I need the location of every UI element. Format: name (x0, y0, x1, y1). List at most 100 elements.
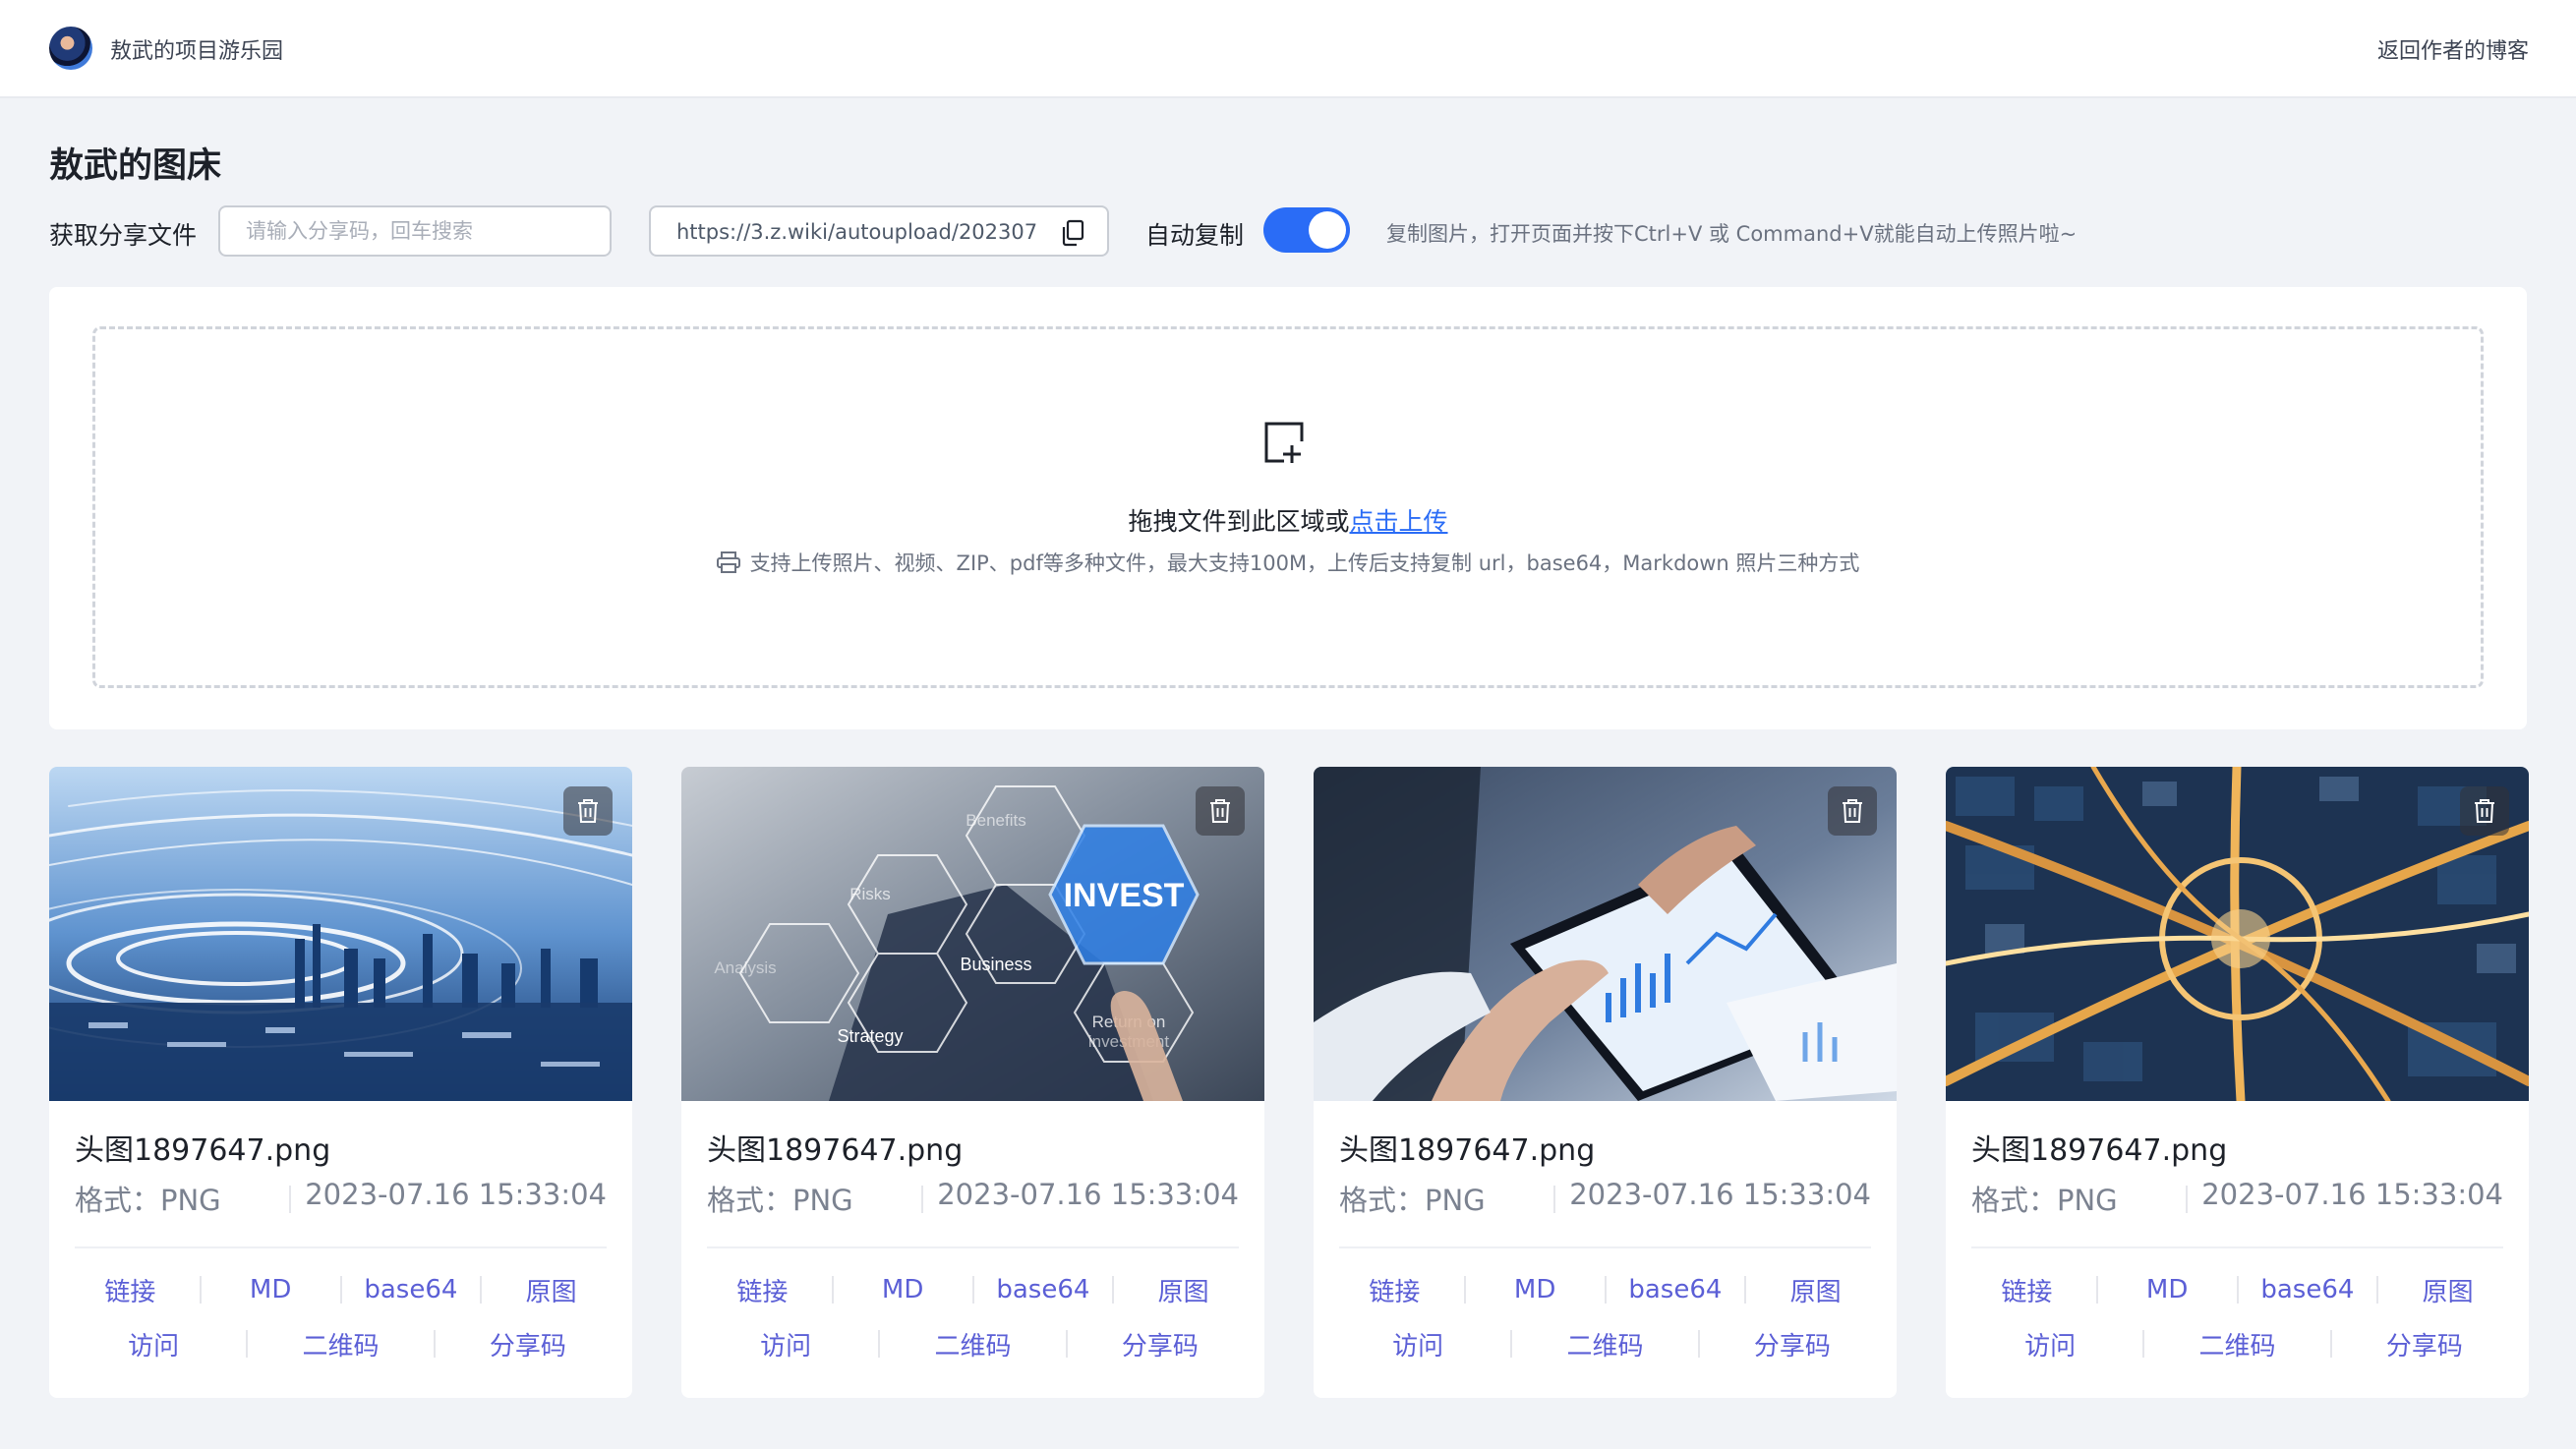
share-code-input[interactable] (218, 205, 612, 257)
toggle-knob (1309, 211, 1346, 249)
action-row-2: 访问 二维码 分享码 (1325, 1324, 1885, 1363)
visit-action[interactable]: 访问 (1325, 1326, 1510, 1362)
share-code-action[interactable]: 分享码 (1068, 1326, 1253, 1362)
brand-title[interactable]: 敖武的项目游乐园 (110, 33, 283, 65)
qr-code-action[interactable]: 二维码 (1512, 1326, 1697, 1362)
image-card: 头图1897647.png 格式：PNG 2023-07.16 15:33:04… (1314, 767, 1897, 1398)
qr-code-action[interactable]: 二维码 (248, 1326, 433, 1362)
visit-action[interactable]: 访问 (1958, 1326, 2142, 1362)
delete-button[interactable] (2460, 786, 2509, 836)
trash-icon (2475, 799, 2494, 823)
thumbnail-highway-interchange[interactable] (1946, 767, 2529, 1101)
visit-action[interactable]: 访问 (693, 1326, 878, 1362)
file-name: 头图1897647.png (707, 1133, 964, 1168)
action-row-1: 链接 MD base64 原图 (1958, 1270, 2517, 1309)
trash-icon (1843, 799, 1862, 823)
action-row-2: 访问 二维码 分享码 (61, 1324, 620, 1363)
markdown-action[interactable]: MD (2098, 1275, 2237, 1304)
support-info: 支持上传照片、视频、ZIP、pdf等多种文件，最大支持100M，上传后支持复制 … (95, 548, 2481, 577)
upload-date: 2023-07.16 15:33:04 (1569, 1178, 1871, 1211)
original-image-action[interactable]: 原图 (2378, 1272, 2517, 1308)
upload-date: 2023-07.16 15:33:04 (937, 1178, 1239, 1211)
link-action[interactable]: 链接 (693, 1272, 832, 1308)
action-row-2: 访问 二维码 分享码 (1958, 1324, 2517, 1363)
auto-copy-label: 自动复制 (1145, 221, 1245, 250)
upload-file-icon (1264, 422, 1304, 463)
action-row-1: 链接 MD base64 原图 (693, 1270, 1253, 1309)
visit-action[interactable]: 访问 (61, 1326, 246, 1362)
meta-row: 格式：PNG 2023-07.16 15:33:04 (707, 1178, 1239, 1217)
original-image-action[interactable]: 原图 (1114, 1272, 1253, 1308)
image-card: 头图1897647.png 格式：PNG 2023-07.16 15:33:04… (1946, 767, 2529, 1398)
markdown-action[interactable]: MD (1466, 1275, 1605, 1304)
thumbnail-invest-hexagons[interactable]: Benefits Risks INVEST Analysis Business … (681, 767, 1264, 1101)
hex-label: Strategy (837, 1026, 903, 1046)
action-row-1: 链接 MD base64 原图 (1325, 1270, 1885, 1309)
thumbnail-tablet-charts[interactable] (1314, 767, 1897, 1101)
link-action[interactable]: 链接 (61, 1272, 200, 1308)
divider (1971, 1246, 2503, 1248)
share-code-action[interactable]: 分享码 (2332, 1326, 2517, 1362)
drop-instruction: 拖拽文件到此区域或点击上传 (95, 502, 2481, 538)
qr-code-action[interactable]: 二维码 (2144, 1326, 2329, 1362)
file-format: 格式：PNG (707, 1184, 853, 1217)
upload-panel: 拖拽文件到此区域或点击上传 支持上传照片、视频、ZIP、pdf等多种文件，最大支… (49, 287, 2527, 729)
separator (921, 1186, 923, 1213)
separator (2186, 1186, 2188, 1213)
markdown-action[interactable]: MD (202, 1275, 340, 1304)
printer-icon (716, 551, 740, 573)
page-title: 敖武的图床 (49, 146, 222, 186)
upload-dropzone[interactable]: 拖拽文件到此区域或点击上传 支持上传照片、视频、ZIP、pdf等多种文件，最大支… (92, 326, 2484, 688)
separator (289, 1186, 291, 1213)
file-format: 格式：PNG (1971, 1184, 2118, 1217)
image-card: 头图1897647.png 格式：PNG 2023-07.16 15:33:04… (49, 767, 632, 1398)
qr-code-action[interactable]: 二维码 (880, 1326, 1065, 1362)
hex-label: Analysis (714, 958, 776, 977)
file-format: 格式：PNG (1339, 1184, 1486, 1217)
markdown-action[interactable]: MD (834, 1275, 972, 1304)
share-code-action[interactable]: 分享码 (1700, 1326, 1885, 1362)
action-row-2: 访问 二维码 分享码 (693, 1324, 1253, 1363)
meta-row: 格式：PNG 2023-07.16 15:33:04 (1971, 1178, 2503, 1217)
copy-icon[interactable] (1060, 219, 1085, 247)
thumbnail-light-speed-city[interactable] (49, 767, 632, 1101)
base64-action[interactable]: base64 (2239, 1275, 2377, 1304)
base64-action[interactable]: base64 (1607, 1275, 1745, 1304)
hex-label: Risks (849, 885, 891, 903)
base64-action[interactable]: base64 (342, 1275, 481, 1304)
auto-copy-toggle[interactable] (1263, 207, 1350, 253)
base64-action[interactable]: base64 (974, 1275, 1113, 1304)
divider (75, 1246, 607, 1248)
back-to-blog-link[interactable]: 返回作者的博客 (2377, 33, 2529, 65)
trash-icon (578, 799, 598, 823)
file-format: 格式：PNG (75, 1184, 221, 1217)
paste-hint: 复制图片，打开页面并按下Ctrl+V 或 Command+V就能自动上传照片啦~ (1386, 222, 2078, 246)
delete-button[interactable] (563, 786, 613, 836)
meta-row: 格式：PNG 2023-07.16 15:33:04 (75, 1178, 607, 1217)
click-upload-link[interactable]: 点击上传 (1350, 507, 1448, 536)
share-file-label: 获取分享文件 (49, 221, 198, 250)
file-name: 头图1897647.png (75, 1133, 331, 1168)
link-action[interactable]: 链接 (1325, 1272, 1464, 1308)
url-value[interactable]: https://3.z.wiki/autoupload/202307 (676, 220, 1060, 244)
trash-icon (1210, 799, 1230, 823)
meta-row: 格式：PNG 2023-07.16 15:33:04 (1339, 1178, 1871, 1217)
drop-text: 拖拽文件到此区域或 (1128, 507, 1350, 536)
original-image-action[interactable]: 原图 (1746, 1272, 1885, 1308)
delete-button[interactable] (1828, 786, 1877, 836)
upload-date: 2023-07.16 15:33:04 (305, 1178, 607, 1211)
action-row-1: 链接 MD base64 原图 (61, 1270, 620, 1309)
delete-button[interactable] (1196, 786, 1245, 836)
hex-label: Benefits (966, 811, 1025, 830)
divider (707, 1246, 1239, 1248)
share-code-action[interactable]: 分享码 (436, 1326, 620, 1362)
support-text: 支持上传照片、视频、ZIP、pdf等多种文件，最大支持100M，上传后支持复制 … (749, 551, 1860, 575)
hex-label: INVEST (1064, 877, 1185, 914)
link-action[interactable]: 链接 (1958, 1272, 2096, 1308)
upload-date: 2023-07.16 15:33:04 (2201, 1178, 2503, 1211)
top-bar: 敖武的项目游乐园 返回作者的博客 (0, 0, 2576, 98)
avatar[interactable] (49, 27, 92, 70)
file-name: 头图1897647.png (1971, 1133, 2228, 1168)
original-image-action[interactable]: 原图 (482, 1272, 620, 1308)
url-field[interactable]: https://3.z.wiki/autoupload/202307 (649, 205, 1109, 257)
